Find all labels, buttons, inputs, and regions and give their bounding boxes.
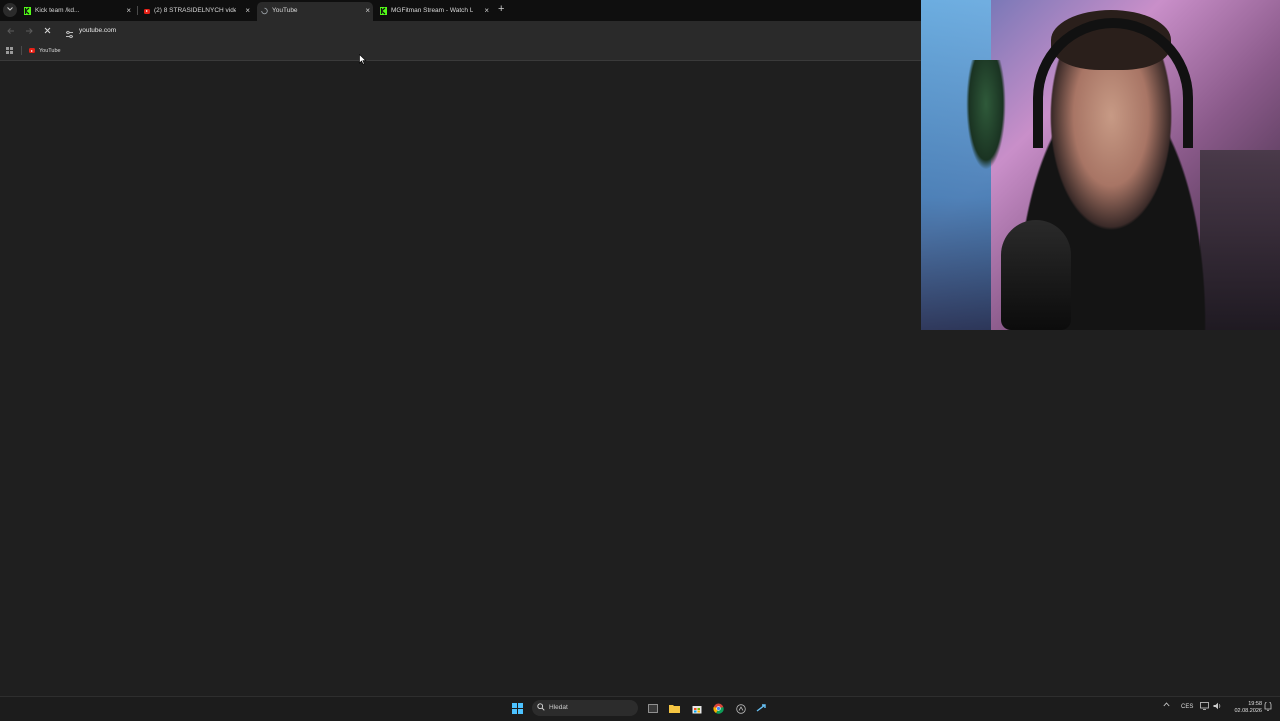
- task-view-icon: [647, 704, 658, 713]
- tab-youtube[interactable]: YouTube ×: [257, 2, 373, 21]
- tab-title: Kick team /kd...: [35, 7, 80, 14]
- mouse-cursor-icon: [359, 54, 367, 65]
- bookmark-label: YouTube: [39, 47, 61, 54]
- webcam-overlay: [921, 0, 1280, 330]
- arrow-right-icon: [26, 28, 33, 34]
- task-view-button[interactable]: [646, 702, 659, 715]
- tab-title: (2) 8 STRAŠIDELNÝCH videí, p...: [154, 7, 236, 14]
- close-icon[interactable]: ×: [365, 6, 370, 15]
- taskbar-search[interactable]: Hledat: [532, 700, 638, 716]
- file-explorer-button[interactable]: [668, 702, 681, 715]
- clock-time: 19:58: [1248, 701, 1262, 707]
- page-content[interactable]: [0, 61, 921, 696]
- tab-strip: Kick team /kd... × (2) 8 STRAŠIDELNÝCH v…: [0, 0, 921, 21]
- clock-date: 02.08.2026: [1234, 708, 1262, 714]
- new-tab-button[interactable]: +: [498, 4, 504, 15]
- tab-title: YouTube: [272, 7, 298, 14]
- kick-icon: [24, 7, 31, 15]
- arrow-left-icon: [7, 28, 14, 34]
- bookmark-youtube[interactable]: YouTube: [29, 45, 61, 56]
- chevron-up-icon: [1163, 702, 1170, 707]
- tab-mgfitman-stream[interactable]: MGFitman Stream - Watch Live... ×: [376, 2, 492, 21]
- chevron-down-icon: [7, 7, 13, 11]
- steam-button[interactable]: [755, 702, 768, 715]
- language-indicator[interactable]: CES: [1181, 704, 1193, 710]
- close-icon[interactable]: ×: [245, 6, 250, 15]
- loading-icon: [261, 7, 268, 15]
- close-icon[interactable]: ×: [126, 6, 131, 15]
- stop-loading-button[interactable]: [41, 25, 53, 37]
- chrome-button[interactable]: [712, 702, 725, 715]
- forward-button[interactable]: [23, 25, 35, 37]
- store-icon: [692, 705, 701, 713]
- tab-divider: [137, 6, 138, 15]
- chrome-icon: [713, 703, 724, 714]
- taskbar-clock[interactable]: 19:58 02.08.2026: [1228, 701, 1262, 715]
- bookmark-divider: [21, 46, 22, 55]
- browser-toolbar: youtube.com: [0, 21, 921, 41]
- network-icon[interactable]: [1200, 702, 1209, 712]
- volume-icon[interactable]: [1213, 702, 1222, 712]
- close-icon: [44, 27, 50, 34]
- taskbar: Hledat CES 19:58 02.08.2026: [0, 696, 1280, 721]
- start-button[interactable]: [511, 702, 524, 715]
- youtube-icon: [143, 7, 150, 15]
- folder-icon: [669, 705, 680, 713]
- search-placeholder: Hledat: [549, 704, 568, 711]
- apps-grid-icon[interactable]: [6, 47, 13, 54]
- show-hidden-icons-button[interactable]: [1163, 702, 1170, 709]
- tab-title: MGFitman Stream - Watch Live...: [391, 7, 473, 14]
- close-icon[interactable]: ×: [484, 6, 489, 15]
- youtube-icon: [29, 48, 35, 53]
- app-button[interactable]: [734, 702, 747, 715]
- notifications-icon[interactable]: [1264, 701, 1272, 713]
- app-icon: [735, 703, 746, 714]
- microphone: [1001, 220, 1071, 330]
- windows-icon: [512, 703, 523, 714]
- tab-search-button[interactable]: [3, 3, 17, 17]
- steam-icon: [756, 704, 766, 712]
- tab-kick-team[interactable]: Kick team /kd... ×: [20, 2, 134, 21]
- site-settings-icon[interactable]: [65, 26, 75, 39]
- search-icon: [537, 703, 545, 711]
- back-button[interactable]: [5, 25, 17, 37]
- kick-icon: [380, 7, 387, 15]
- address-bar[interactable]: youtube.com: [60, 23, 920, 39]
- store-button[interactable]: [690, 702, 703, 715]
- url-text[interactable]: youtube.com: [79, 27, 116, 34]
- tab-strasidelnych-videi[interactable]: (2) 8 STRAŠIDELNÝCH videí, p... ×: [139, 2, 253, 21]
- bookmarks-bar: YouTube: [0, 41, 921, 61]
